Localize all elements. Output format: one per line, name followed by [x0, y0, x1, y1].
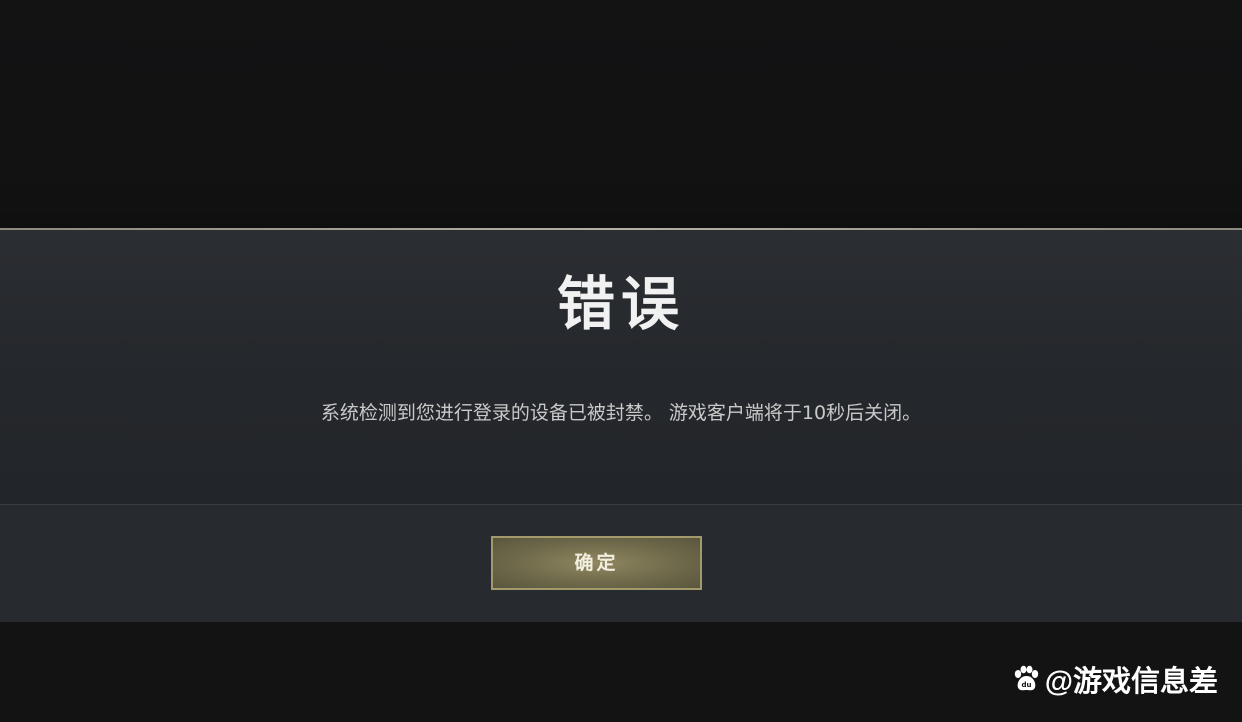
- paw-icon: du: [1014, 665, 1038, 691]
- dialog-body: 错误 系统检测到您进行登录的设备已被封禁。 游戏客户端将于10秒后关闭。: [0, 230, 1242, 504]
- error-dialog: 错误 系统检测到您进行登录的设备已被封禁。 游戏客户端将于10秒后关闭。 确定: [0, 228, 1242, 622]
- watermark-text: @游戏信息差: [1044, 666, 1218, 698]
- dialog-footer: 确定: [0, 505, 1242, 622]
- dialog-message: 系统检测到您进行登录的设备已被封禁。 游戏客户端将于10秒后关闭。: [320, 402, 922, 424]
- game-background-top: [0, 0, 1242, 228]
- svg-text:du: du: [1021, 681, 1031, 689]
- dialog-title: 错误: [556, 270, 685, 338]
- watermark: du @游戏信息差: [1011, 659, 1218, 699]
- confirm-button[interactable]: 确定: [491, 536, 702, 590]
